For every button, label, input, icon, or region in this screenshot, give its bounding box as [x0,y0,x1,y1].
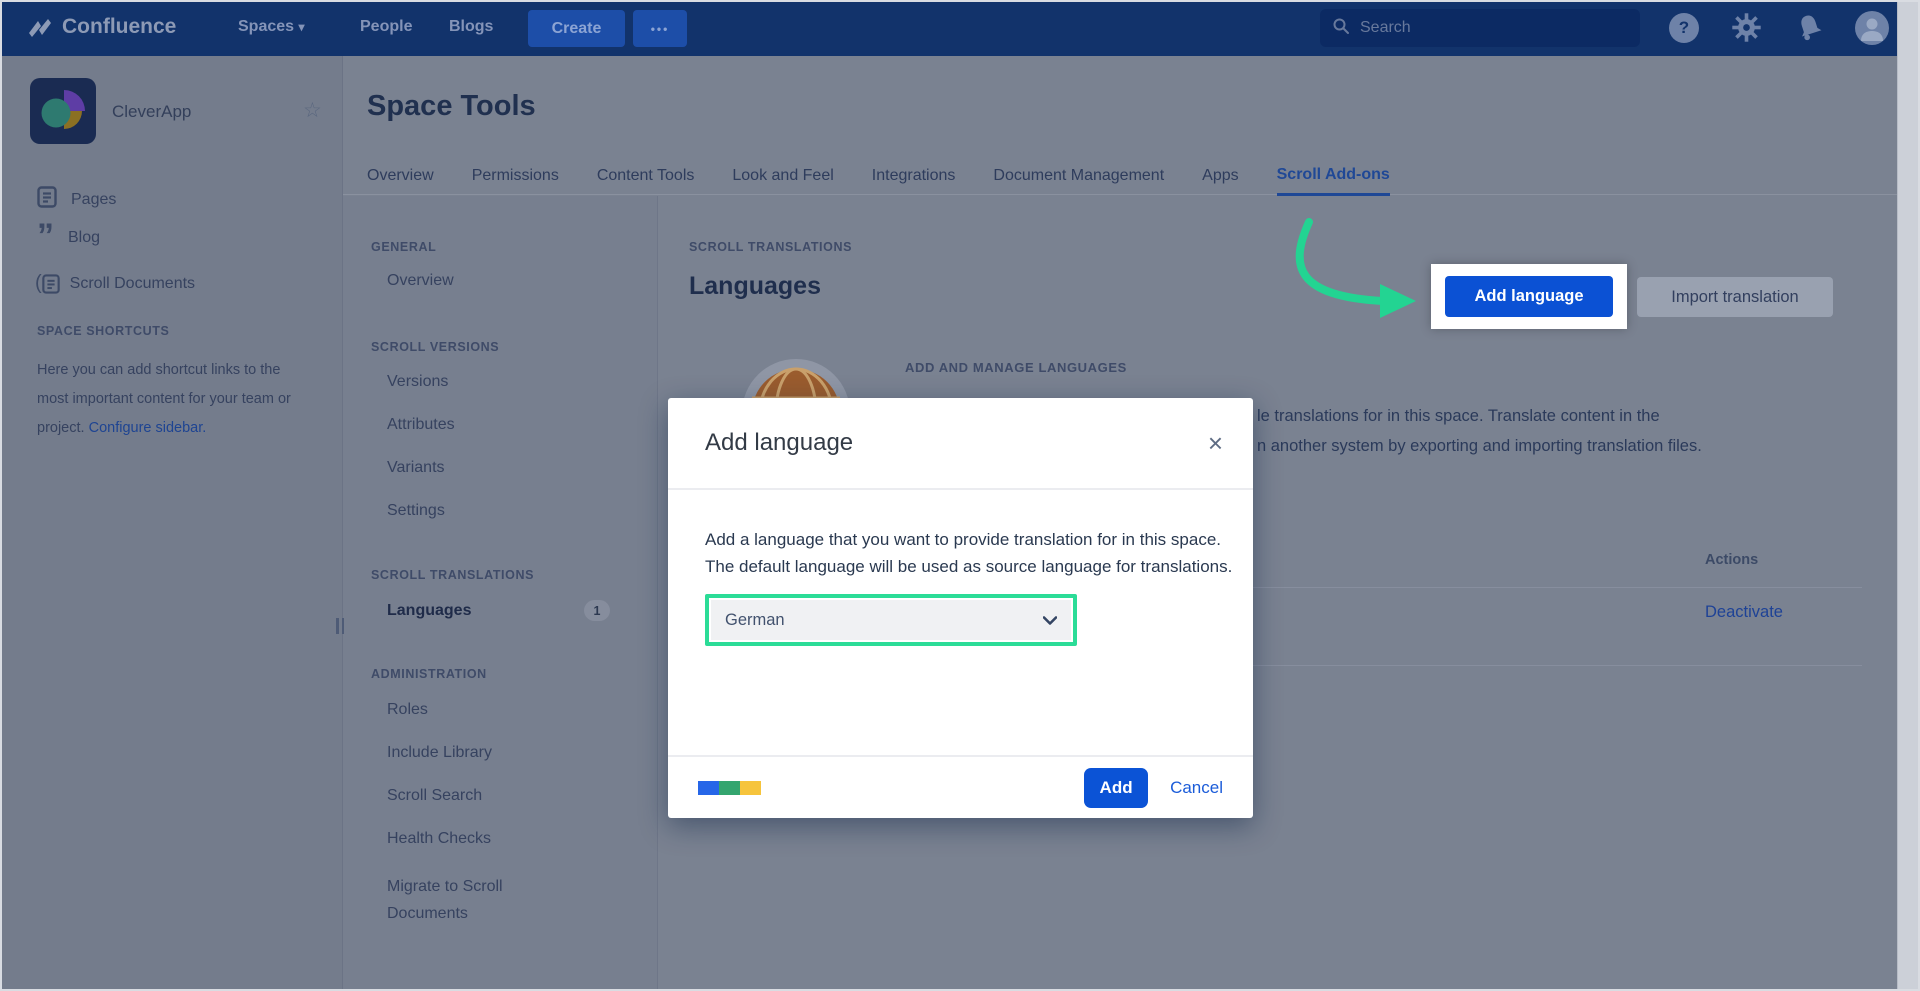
nav-item-include-library[interactable]: Include Library [387,744,492,762]
profile-avatar[interactable] [1855,11,1889,45]
sidebar-item-label: Blog [68,229,100,247]
space-tools-tabs: Overview Permissions Content Tools Look … [343,158,1897,195]
tab-overview[interactable]: Overview [367,167,434,194]
modal-description: Add a language that you want to provide … [705,526,1233,580]
sidebar-resize-handle[interactable] [336,618,344,634]
modal-body: Add a language that you want to provide … [668,490,1253,646]
confluence-space-tools-page: Confluence Spaces ▾ People Blogs Create … [0,0,1920,991]
search-icon [1332,17,1350,40]
annotation-arrow-icon [1282,210,1432,335]
more-actions-button[interactable]: ••• [633,10,687,47]
nav-section-scroll-translations: SCROLL TRANSLATIONS [371,568,534,582]
nav-item-versions[interactable]: Versions [387,373,448,391]
modal-cancel-button[interactable]: Cancel [1170,778,1223,798]
modal-footer: Add Cancel [668,755,1253,818]
tab-integrations[interactable]: Integrations [872,167,956,194]
chevron-down-icon: ▾ [299,20,305,34]
page-icon [37,186,57,213]
table-row-divider [1253,665,1862,666]
k15t-brand-bars [698,781,761,795]
content-section-label: SCROLL TRANSLATIONS [689,240,852,254]
nav-item-migrate-to-scroll-documents[interactable]: Migrate to Scroll Documents [387,873,587,927]
settings-gear-icon[interactable] [1731,12,1762,48]
brand-bar-green [719,781,740,795]
nav-section-general: GENERAL [371,240,436,254]
sidebar-item-label: Pages [71,191,116,209]
table-actions-header: Actions [1705,552,1758,568]
add-and-manage-languages-heading: ADD AND MANAGE LANGUAGES [905,360,1127,375]
modal-add-button[interactable]: Add [1084,768,1148,808]
scroll-document-icon: ( [35,272,60,295]
select-chevron-down-icon [1043,607,1057,634]
modal-title: Add language [705,429,1208,457]
tab-document-management[interactable]: Document Management [993,167,1164,194]
nav-item-overview[interactable]: Overview [387,272,454,290]
quotes-icon: ” [37,230,54,246]
browser-scrollbar[interactable] [1897,0,1920,991]
space-sidebar: CleverApp ☆ Pages ” Blog ( Scroll Docume… [0,56,343,991]
nav-item-health-checks[interactable]: Health Checks [387,830,491,848]
tab-permissions[interactable]: Permissions [472,167,559,194]
space-shortcuts-description: Here you can add shortcut links to the m… [37,356,291,443]
product-name[interactable]: Confluence [62,15,176,39]
modal-header: Add language × [668,398,1253,490]
intro-text-line2: n another system by exporting and import… [1257,437,1702,456]
notifications-bell-icon[interactable] [1793,11,1827,50]
sidebar-item-blog[interactable]: ” Blog [37,229,100,247]
top-navigation-bar: Confluence Spaces ▾ People Blogs Create … [0,0,1897,56]
sidebar-item-scroll-documents[interactable]: ( Scroll Documents [35,272,195,295]
sidebar-item-pages[interactable]: Pages [37,186,116,213]
nav-item-scroll-search[interactable]: Scroll Search [387,787,482,805]
table-header-divider [1253,587,1862,588]
add-language-spotlight-box: Add language [1431,264,1627,329]
space-shortcuts-header: SPACE SHORTCUTS [37,324,169,338]
tab-look-and-feel[interactable]: Look and Feel [732,167,833,194]
configure-sidebar-link[interactable]: Configure sidebar. [89,420,207,436]
tab-scroll-add-ons[interactable]: Scroll Add-ons [1277,166,1390,196]
nav-item-variants[interactable]: Variants [387,459,445,477]
add-language-button[interactable]: Add language [1445,276,1613,317]
tab-apps[interactable]: Apps [1202,167,1238,194]
brand-bar-blue [698,781,719,795]
brand-bar-yellow [740,781,761,795]
nav-blogs-menu[interactable]: Blogs [449,18,493,36]
pie-chart-logo-icon [30,78,96,144]
confluence-logo-icon[interactable] [26,14,54,47]
nav-section-scroll-versions: SCROLL VERSIONS [371,340,499,354]
nav-item-settings[interactable]: Settings [387,502,445,520]
space-tools-side-navigation: GENERAL Overview SCROLL VERSIONS Version… [343,196,658,991]
favorite-star-icon[interactable]: ☆ [303,98,322,123]
page-title: Space Tools [367,90,536,123]
import-translation-button[interactable]: Import translation [1637,277,1833,317]
language-select[interactable]: German [711,600,1071,640]
nav-item-roles[interactable]: Roles [387,701,428,719]
search-input[interactable]: Search [1320,9,1640,47]
space-name[interactable]: CleverApp [112,102,191,122]
language-select-highlight: German [705,594,1077,646]
intro-text-line1: le translations for in this space. Trans… [1257,407,1660,426]
help-icon[interactable]: ? [1669,13,1699,43]
close-icon[interactable]: × [1208,430,1223,456]
tab-content-tools[interactable]: Content Tools [597,167,695,194]
sidebar-item-label: Scroll Documents [70,275,195,293]
nav-item-languages[interactable]: Languages [387,602,471,620]
deactivate-link[interactable]: Deactivate [1705,603,1783,622]
add-language-modal: Add language × Add a language that you w… [668,398,1253,818]
languages-count-badge: 1 [584,600,610,621]
search-placeholder: Search [1360,19,1411,37]
space-logo[interactable] [30,78,96,144]
nav-item-attributes[interactable]: Attributes [387,416,455,434]
nav-section-administration: ADMINISTRATION [371,667,487,681]
nav-people-menu[interactable]: People [360,18,412,36]
language-select-value: German [725,607,1043,634]
nav-spaces-menu[interactable]: Spaces ▾ [238,18,305,36]
create-button[interactable]: Create [528,10,625,47]
content-page-title: Languages [689,272,821,301]
